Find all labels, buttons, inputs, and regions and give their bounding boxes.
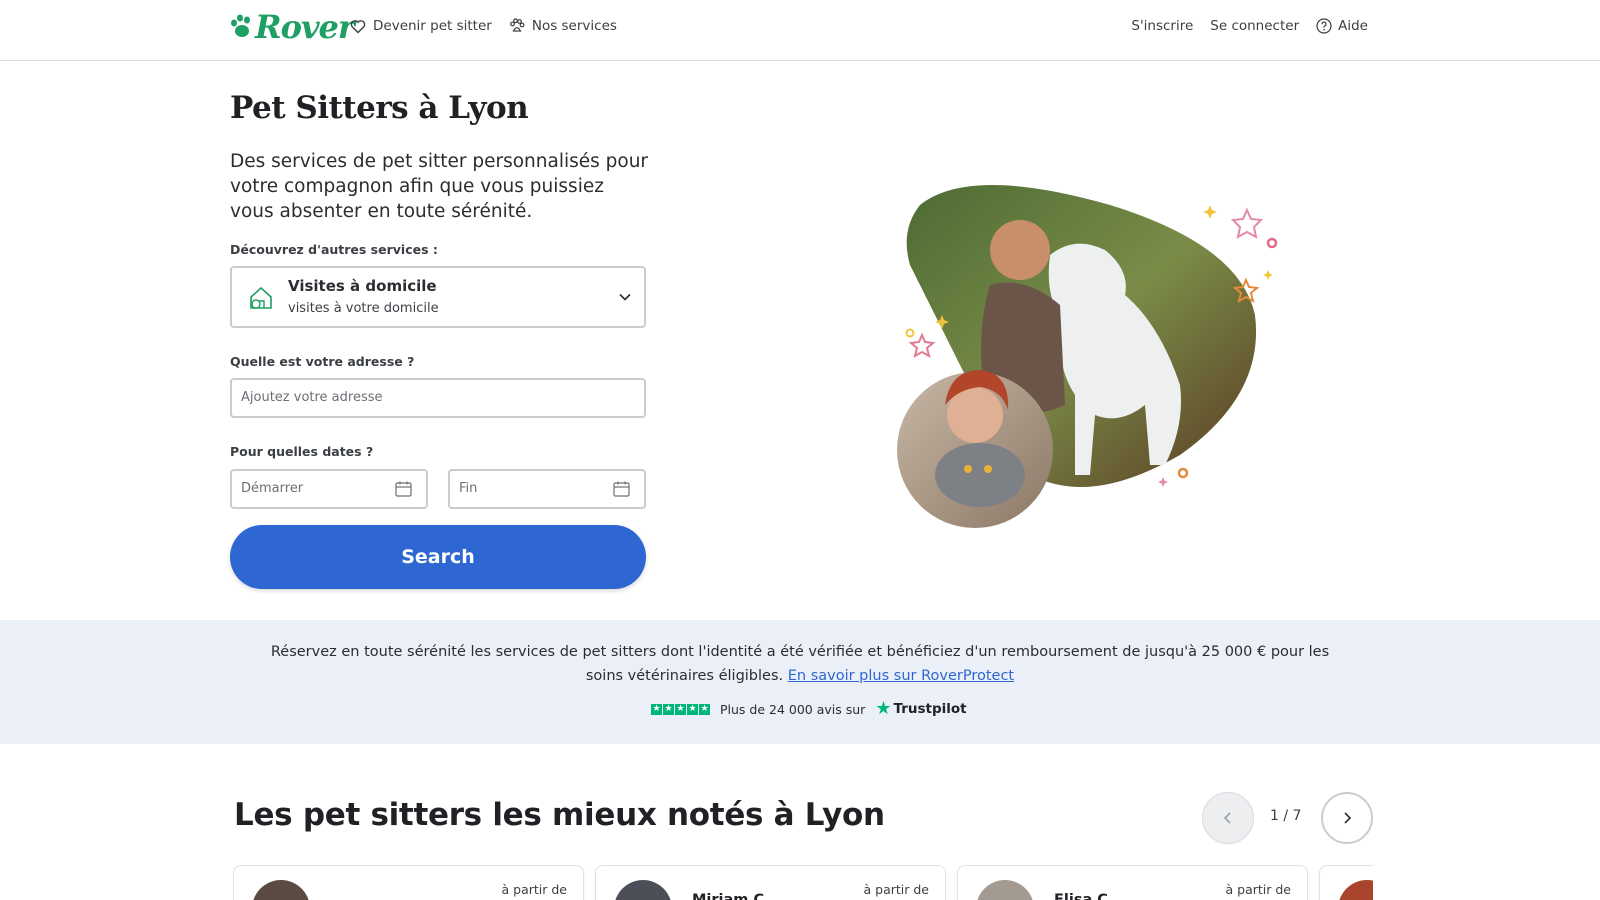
star-pink-icon: [1230, 207, 1264, 239]
signup-link[interactable]: S'inscrire: [1131, 18, 1193, 34]
dates-label: Pour quelles dates ?: [230, 444, 374, 459]
paw-logo-icon: [231, 14, 250, 37]
nav-services-label: Nos services: [531, 18, 617, 34]
service-dropdown[interactable]: Visites à domicile visites à votre domic…: [230, 266, 646, 328]
address-placeholder: Ajoutez votre adresse: [241, 390, 383, 405]
site-header: Rover Devenir pet sitter Nos services S'…: [0, 0, 1600, 61]
sitter-card[interactable]: Elisa C. à partir de: [957, 865, 1308, 900]
service-title: Visites à domicile: [288, 277, 437, 295]
main-nav: Devenir pet sitter Nos services: [350, 18, 617, 34]
sparkle-yellow-icon: [1263, 270, 1273, 280]
trust-text: Réservez en toute sérénité les services …: [250, 640, 1350, 688]
heart-icon: [350, 19, 366, 33]
carousel-prev-button[interactable]: [1202, 792, 1254, 844]
end-date-input[interactable]: Fin: [448, 469, 646, 509]
calendar-icon: [613, 481, 630, 497]
login-link[interactable]: Se connecter: [1210, 18, 1299, 34]
chevron-down-icon: [619, 293, 631, 301]
cat-figure: [935, 443, 1025, 507]
service-description: visites à votre domicile: [288, 301, 439, 316]
brand-name: Rover: [255, 8, 355, 46]
star-icon: ★: [675, 703, 686, 715]
rover-logo[interactable]: Rover: [229, 8, 355, 46]
search-button[interactable]: Search: [230, 525, 646, 589]
sitter-name: Miriam C.: [692, 892, 770, 900]
sitter-card[interactable]: [1319, 865, 1373, 900]
cat-eye-right: [984, 465, 992, 473]
house-icon: [250, 286, 272, 309]
address-label: Quelle est votre adresse ?: [230, 354, 415, 369]
sitter-card[interactable]: Miriam C. à partir de: [595, 865, 946, 900]
star-icon: ★: [687, 703, 698, 715]
dot-yellow-icon: [905, 328, 915, 338]
chevron-left-icon: [1223, 812, 1231, 824]
trustpilot-logo[interactable]: ★ Trustpilot: [875, 700, 966, 718]
help-label: Aide: [1338, 18, 1368, 34]
nav-become-sitter-label: Devenir pet sitter: [373, 18, 492, 34]
reviews-count: Plus de 24 000 avis sur: [720, 701, 866, 717]
trustpilot-name: Trustpilot: [893, 701, 967, 717]
account-nav: S'inscrire Se connecter Aide: [1131, 18, 1368, 34]
cat-eye-left: [964, 465, 972, 473]
roverprotect-link[interactable]: En savoir plus sur RoverProtect: [788, 668, 1014, 684]
trustpilot-stars: ★ ★ ★ ★ ★: [651, 703, 710, 715]
trustpilot-rating: ★ ★ ★ ★ ★ Plus de 24 000 avis sur ★ Trus…: [651, 700, 967, 718]
star-icon: ★: [651, 703, 662, 715]
nav-services[interactable]: Nos services: [509, 18, 617, 34]
carousel-next-button[interactable]: [1321, 792, 1373, 844]
hero-subtitle: Des services de pet sitter personnalisés…: [230, 151, 649, 222]
star-icon: ★: [663, 703, 674, 715]
price-from: à partir de: [863, 882, 929, 897]
price-from: à partir de: [1225, 882, 1291, 897]
nav-become-sitter[interactable]: Devenir pet sitter: [350, 18, 492, 34]
sitter-carousel: à partir de Miriam C. à partir de Elisa …: [233, 865, 1373, 900]
avatar: [1338, 880, 1373, 900]
sparkle-pink-icon: [1158, 477, 1168, 487]
avatar: [976, 880, 1034, 900]
service-label: Découvrez d'autres services :: [230, 242, 438, 257]
start-date-input[interactable]: Démarrer: [230, 469, 428, 509]
calendar-icon: [395, 481, 412, 497]
start-date-placeholder: Démarrer: [241, 481, 304, 496]
star-pink-small-icon: [908, 332, 936, 359]
dot-pink-icon: [1266, 237, 1278, 249]
sitter-name: Elisa C.: [1054, 892, 1114, 900]
page-title: Pet Sitters à Lyon: [230, 90, 529, 126]
help-link[interactable]: Aide: [1316, 18, 1368, 34]
star-icon: ★: [699, 703, 710, 715]
end-date-placeholder: Fin: [459, 481, 478, 496]
question-circle-icon: [1316, 18, 1332, 34]
avatar: [252, 880, 310, 900]
price-from: à partir de: [501, 882, 567, 897]
chevron-right-icon: [1344, 812, 1352, 824]
girl-head: [990, 220, 1050, 280]
carousel-page-indicator: 1 / 7: [1270, 808, 1302, 824]
woman-face: [947, 387, 1003, 443]
address-input[interactable]: Ajoutez votre adresse: [230, 378, 646, 418]
avatar: [614, 880, 672, 900]
section-title: Les pet sitters les mieux notés à Lyon: [234, 797, 885, 833]
paw-icon: [509, 18, 525, 32]
hero-illustration: [897, 185, 1278, 528]
sparkle-yellow-icon: [1203, 205, 1217, 219]
trustpilot-star-icon: ★: [875, 698, 892, 719]
dot-orange-icon: [1177, 467, 1189, 479]
sitter-card[interactable]: à partir de: [233, 865, 584, 900]
